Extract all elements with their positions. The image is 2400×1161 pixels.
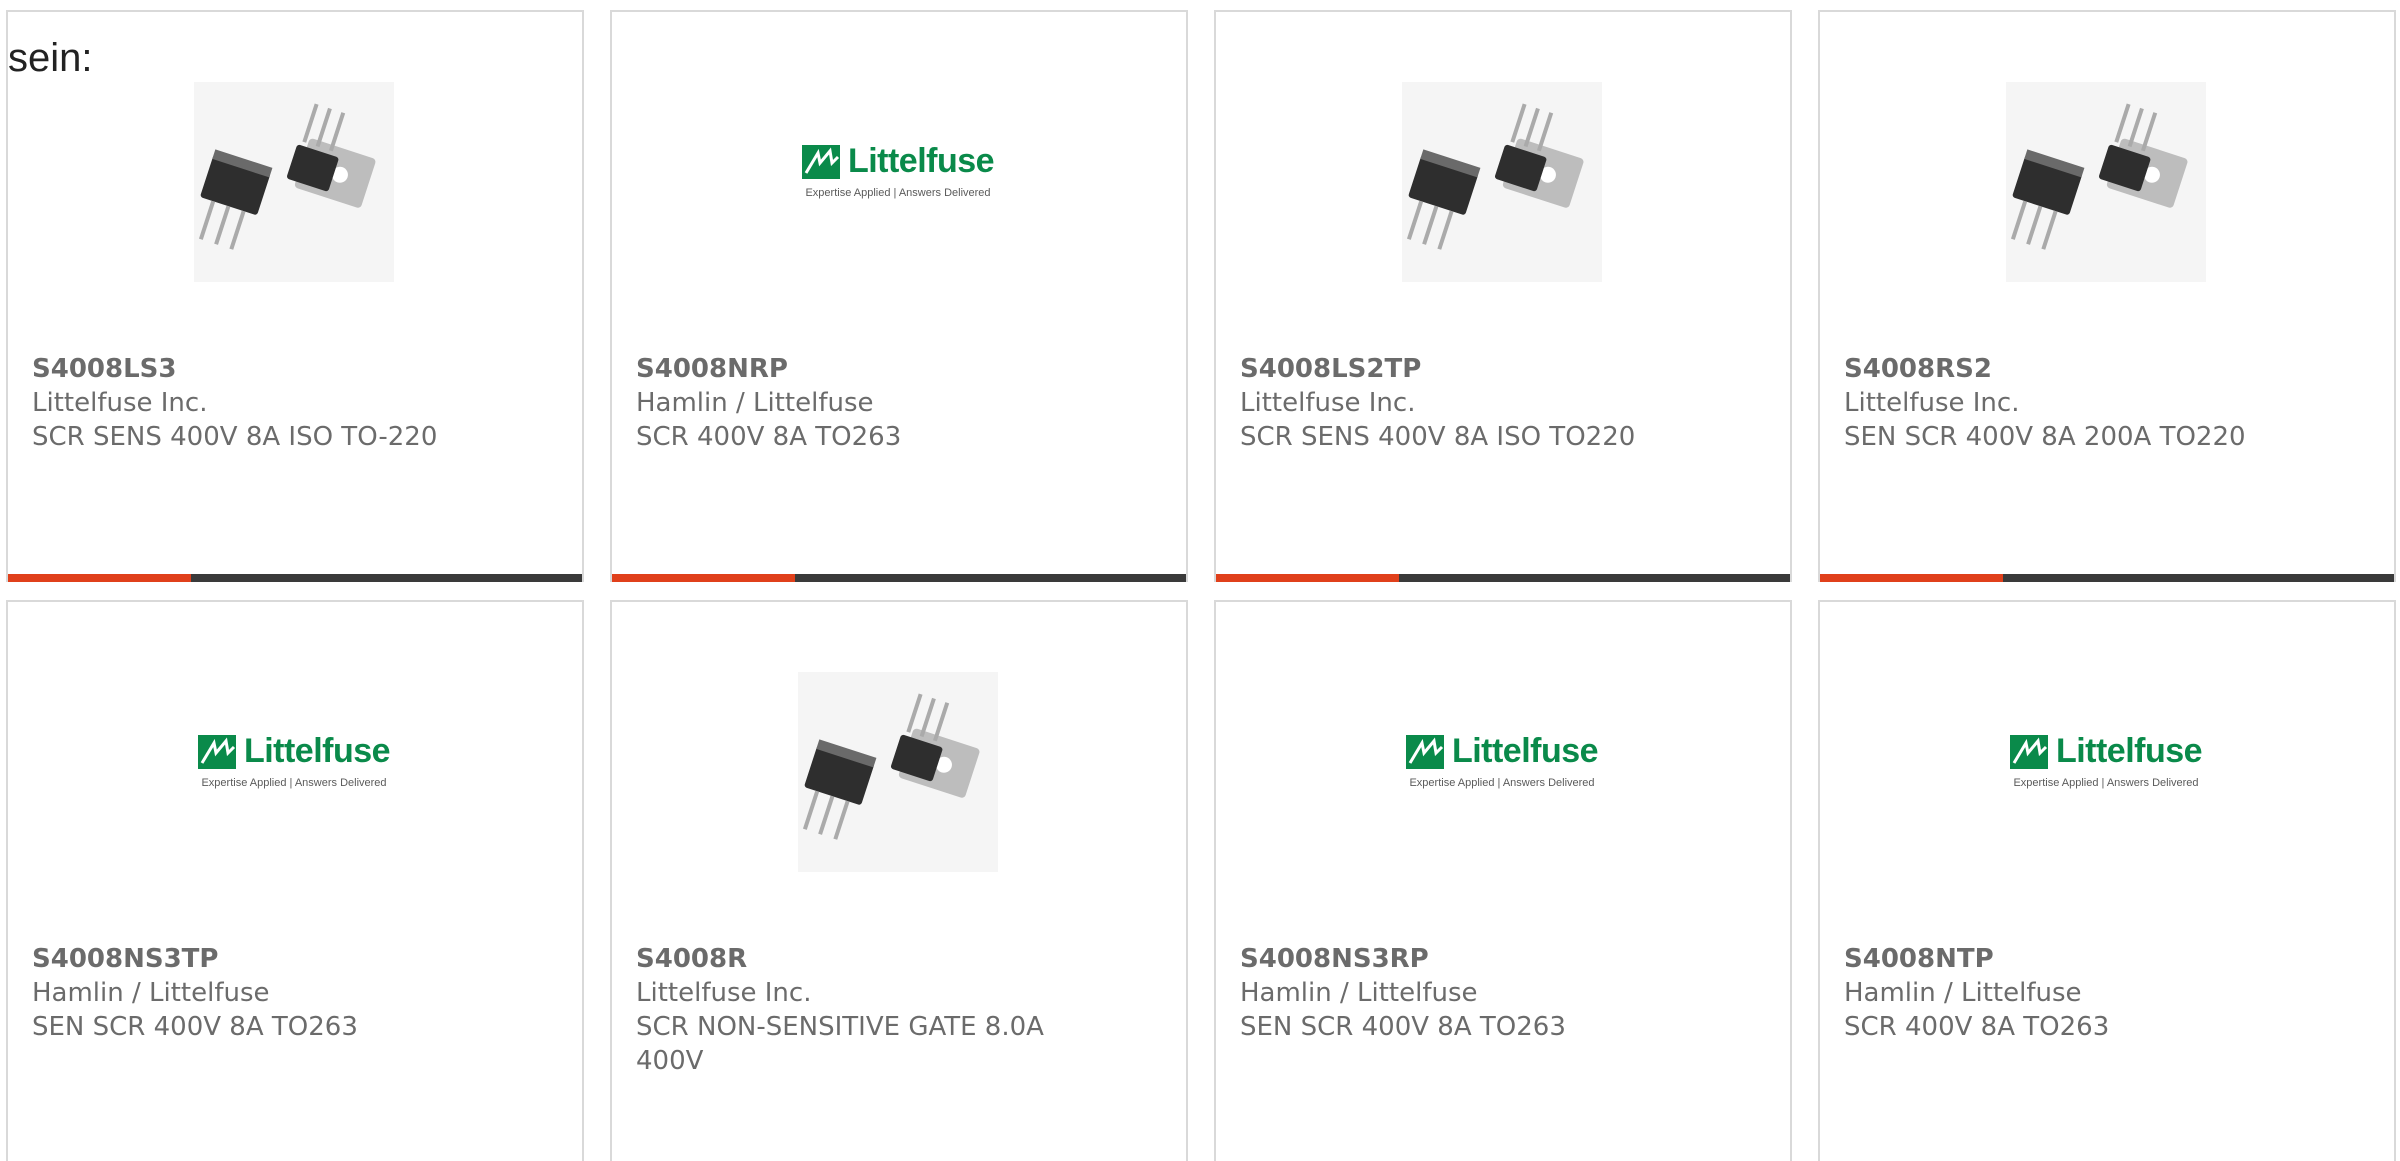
product-card[interactable]: S4008RS2 Littelfuse Inc. SEN SCR 400V 8A… xyxy=(1818,10,2396,582)
product-card[interactable]: S4008R Littelfuse Inc. SCR NON-SENSITIVE… xyxy=(610,600,1188,1161)
card-progress-bar xyxy=(1820,574,2394,582)
littelfuse-logo: Littelfuse Expertise Applied | Answers D… xyxy=(798,142,998,222)
manufacturer: Hamlin / Littelfuse xyxy=(1844,978,2082,1008)
logo-tagline: Expertise Applied | Answers Delivered xyxy=(201,777,387,789)
description: SCR NON-SENSITIVE GATE 8.0A 400V xyxy=(636,1012,1044,1076)
card-progress-bar xyxy=(612,574,1186,582)
product-card[interactable]: Littelfuse Expertise Applied | Answers D… xyxy=(610,10,1188,582)
part-number[interactable]: S4008LS2TP xyxy=(1240,352,1766,386)
card-progress-accent xyxy=(8,574,191,582)
card-progress-bar xyxy=(8,574,582,582)
description: SCR 400V 8A TO263 xyxy=(1844,1012,2110,1042)
product-card[interactable]: Littelfuse Expertise Applied | Answers D… xyxy=(1214,600,1792,1161)
product-card[interactable]: Littelfuse Expertise Applied | Answers D… xyxy=(1818,600,2396,1161)
littelfuse-logo: Littelfuse Expertise Applied | Answers D… xyxy=(2006,732,2206,812)
product-image[interactable]: Littelfuse Expertise Applied | Answers D… xyxy=(1402,672,1602,872)
product-card[interactable]: S4008LS2TP Littelfuse Inc. SCR SENS 400V… xyxy=(1214,10,1792,582)
part-number[interactable]: S4008RS2 xyxy=(1844,352,2370,386)
intro-text: sein: xyxy=(8,36,93,80)
manufacturer: Hamlin / Littelfuse xyxy=(1240,978,1478,1008)
product-image[interactable] xyxy=(2006,82,2206,282)
product-image[interactable] xyxy=(194,82,394,282)
product-card[interactable]: S4008LS3 Littelfuse Inc. SCR SENS 400V 8… xyxy=(6,10,584,582)
description: SCR SENS 400V 8A ISO TO220 xyxy=(1240,422,1636,452)
manufacturer: Hamlin / Littelfuse xyxy=(32,978,270,1008)
part-number[interactable]: S4008R xyxy=(636,942,1162,976)
card-progress-accent xyxy=(1216,574,1399,582)
card-progress-accent xyxy=(1820,574,2003,582)
littelfuse-mark-icon xyxy=(1405,734,1444,769)
part-number[interactable]: S4008NTP xyxy=(1844,942,2370,976)
description: SCR SENS 400V 8A ISO TO-220 xyxy=(32,422,438,452)
littelfuse-logo: Littelfuse Expertise Applied | Answers D… xyxy=(194,732,394,812)
littelfuse-mark-icon xyxy=(801,144,840,179)
littelfuse-logo: Littelfuse Expertise Applied | Answers D… xyxy=(1402,732,1602,812)
logo-tagline: Expertise Applied | Answers Delivered xyxy=(2013,777,2199,789)
product-image[interactable] xyxy=(1402,82,1602,282)
product-image[interactable]: Littelfuse Expertise Applied | Answers D… xyxy=(2006,672,2206,872)
product-image[interactable]: Littelfuse Expertise Applied | Answers D… xyxy=(194,672,394,872)
manufacturer: Hamlin / Littelfuse xyxy=(636,388,874,418)
part-number[interactable]: S4008NS3TP xyxy=(32,942,558,976)
manufacturer: Littelfuse Inc. xyxy=(1844,388,2020,418)
description: SEN SCR 400V 8A TO263 xyxy=(1240,1012,1566,1042)
transistor-photo-icon xyxy=(194,82,394,282)
transistor-photo-icon xyxy=(2006,82,2206,282)
manufacturer: Littelfuse Inc. xyxy=(1240,388,1416,418)
card-progress-accent xyxy=(612,574,795,582)
littelfuse-mark-icon xyxy=(2009,734,2048,769)
product-info: S4008R Littelfuse Inc. SCR NON-SENSITIVE… xyxy=(636,942,1162,1078)
product-info: S4008NS3RP Hamlin / Littelfuse SEN SCR 4… xyxy=(1240,942,1766,1044)
product-info: S4008LS3 Littelfuse Inc. SCR SENS 400V 8… xyxy=(32,352,558,454)
product-image[interactable]: Littelfuse Expertise Applied | Answers D… xyxy=(798,82,998,282)
card-progress-bar xyxy=(1216,574,1790,582)
manufacturer: Littelfuse Inc. xyxy=(32,388,208,418)
manufacturer: Littelfuse Inc. xyxy=(636,978,812,1008)
logo-tagline: Expertise Applied | Answers Delivered xyxy=(805,187,991,199)
product-image[interactable] xyxy=(798,672,998,872)
logo-word: Littelfuse xyxy=(1451,732,1599,770)
logo-word: Littelfuse xyxy=(243,732,391,770)
product-info: S4008LS2TP Littelfuse Inc. SCR SENS 400V… xyxy=(1240,352,1766,454)
logo-word: Littelfuse xyxy=(2055,732,2203,770)
product-info: S4008NS3TP Hamlin / Littelfuse SEN SCR 4… xyxy=(32,942,558,1044)
logo-word: Littelfuse xyxy=(847,142,995,180)
description: SEN SCR 400V 8A 200A TO220 xyxy=(1844,422,2246,452)
product-grid-page: sein: S4008LS3 Littelfuse Inc. SCR SENS … xyxy=(0,0,2400,1161)
part-number[interactable]: S4008LS3 xyxy=(32,352,558,386)
transistor-photo-icon xyxy=(1402,82,1602,282)
product-info: S4008RS2 Littelfuse Inc. SEN SCR 400V 8A… xyxy=(1844,352,2370,454)
product-info: S4008NTP Hamlin / Littelfuse SCR 400V 8A… xyxy=(1844,942,2370,1044)
description: SCR 400V 8A TO263 xyxy=(636,422,902,452)
littelfuse-mark-icon xyxy=(197,734,236,769)
product-card[interactable]: Littelfuse Expertise Applied | Answers D… xyxy=(6,600,584,1161)
description: SEN SCR 400V 8A TO263 xyxy=(32,1012,358,1042)
part-number[interactable]: S4008NS3RP xyxy=(1240,942,1766,976)
transistor-photo-icon xyxy=(798,672,998,872)
logo-tagline: Expertise Applied | Answers Delivered xyxy=(1409,777,1595,789)
product-info: S4008NRP Hamlin / Littelfuse SCR 400V 8A… xyxy=(636,352,1162,454)
part-number[interactable]: S4008NRP xyxy=(636,352,1162,386)
